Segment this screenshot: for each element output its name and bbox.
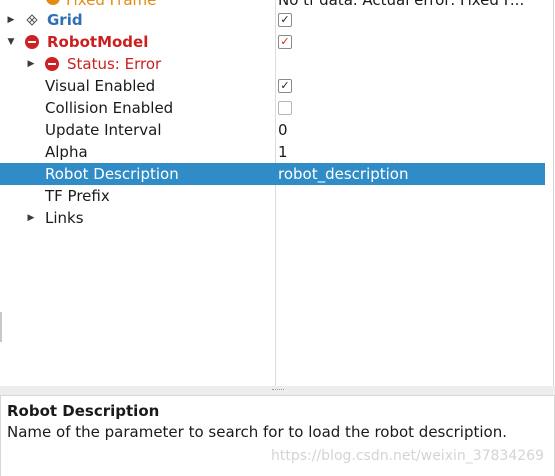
grid-icon [26, 14, 38, 26]
tf-prefix-label: TF Prefix [45, 187, 110, 205]
description-text: Name of the parameter to search for to l… [7, 423, 507, 441]
warning-icon [46, 0, 60, 5]
update-interval-value[interactable]: 0 [278, 119, 545, 141]
properties-tree: Fixed Frame No tf data. Actual error: Fi… [0, 0, 554, 387]
visual-enabled-label: Visual Enabled [45, 77, 156, 95]
status-error-label: Status: Error [67, 55, 162, 73]
tree-row-robot-description[interactable]: Robot Description robot_description [0, 163, 545, 185]
panel-splitter[interactable] [0, 386, 555, 395]
robotmodel-enabled-checkbox[interactable]: ✓ [278, 35, 292, 49]
tf-prefix-value[interactable] [278, 185, 545, 207]
splitter-grip-icon [272, 389, 284, 392]
robot-description-label: Robot Description [45, 165, 179, 183]
error-icon [25, 35, 39, 49]
alpha-label: Alpha [45, 143, 88, 161]
tree-row-tf-prefix[interactable]: TF Prefix [0, 185, 545, 207]
visual-enabled-checkbox[interactable]: ✓ [278, 79, 292, 93]
error-icon [45, 57, 59, 71]
grid-enabled-checkbox[interactable]: ✓ [278, 13, 292, 27]
tree-row-grid[interactable]: ▶ Grid ✓ [0, 9, 545, 31]
update-interval-label: Update Interval [45, 121, 162, 139]
robot-description-value[interactable]: robot_description [278, 163, 545, 185]
expand-arrow-icon[interactable]: ▶ [5, 9, 17, 31]
collision-enabled-label: Collision Enabled [45, 99, 174, 117]
tree-row-collision-enabled[interactable]: Collision Enabled [0, 97, 545, 119]
tree-row-visual-enabled[interactable]: Visual Enabled ✓ [0, 75, 545, 97]
robotmodel-label: RobotModel [47, 33, 149, 51]
expand-arrow-icon[interactable]: ▶ [25, 207, 37, 229]
grid-label: Grid [47, 11, 83, 29]
collapse-arrow-icon[interactable]: ▼ [5, 31, 17, 53]
watermark-text: https://blog.csdn.net/weixin_37834269 [270, 448, 544, 464]
tree-row-update-interval[interactable]: Update Interval 0 [0, 119, 545, 141]
description-panel: Robot Description Name of the parameter … [0, 395, 555, 476]
tree-row-alpha[interactable]: Alpha 1 [0, 141, 545, 163]
tree-row-robotmodel[interactable]: ▼ RobotModel ✓ [0, 31, 545, 53]
collision-enabled-checkbox[interactable] [278, 101, 292, 115]
tree-row-links[interactable]: ▶ Links [0, 207, 545, 229]
panel-edge [0, 312, 2, 342]
tree-row-status-error[interactable]: ▶ Status: Error [0, 53, 545, 75]
links-label: Links [45, 209, 84, 227]
alpha-value[interactable]: 1 [278, 141, 545, 163]
expand-arrow-icon[interactable]: ▶ [25, 53, 37, 75]
description-title: Robot Description [7, 402, 160, 420]
